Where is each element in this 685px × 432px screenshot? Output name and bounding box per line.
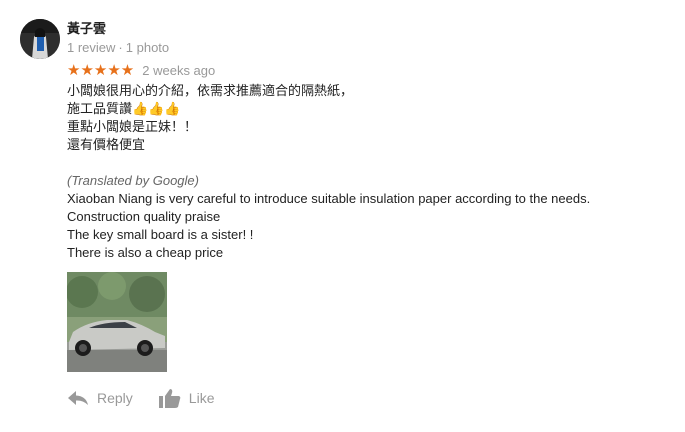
translated-line: The key small board is a sister! ! xyxy=(67,227,254,242)
original-line: 重點小闆娘是正妹！！ xyxy=(67,119,198,134)
reviewer-name[interactable]: 黃子雲 xyxy=(67,20,106,38)
thumbs-up-icon xyxy=(158,389,181,408)
translated-label: (Translated by Google) xyxy=(67,173,199,188)
meta-separator: · xyxy=(118,40,123,55)
review-text: 小闆娘很用心的介紹，依需求推薦適合的隔熱紙， 施工品質讚👍👍👍 重點小闆娘是正妹… xyxy=(67,82,667,262)
like-button[interactable]: Like xyxy=(158,388,215,408)
photo-count: 1 photo xyxy=(125,40,170,55)
like-label: Like xyxy=(188,390,215,406)
translated-line: Construction quality praise xyxy=(67,209,221,224)
original-line: 小闆娘很用心的介紹，依需求推薦適合的隔熱紙， xyxy=(67,83,354,98)
reviewer-meta: 1 review · 1 photo xyxy=(67,39,169,57)
rating-row: ★★★★★ 2 weeks ago xyxy=(67,62,215,80)
review-date: 2 weeks ago xyxy=(142,63,216,78)
review-actions: Reply Like xyxy=(67,385,214,411)
reviewer-avatar[interactable] xyxy=(20,19,60,59)
reply-button[interactable]: Reply xyxy=(67,390,133,406)
original-line: 施工品質讚👍👍👍 xyxy=(67,101,181,116)
translated-line: There is also a cheap price xyxy=(67,245,224,260)
star-rating: ★★★★★ xyxy=(67,62,135,79)
reply-arrow-icon xyxy=(68,391,88,405)
translated-line: Xiaoban Niang is very careful to introdu… xyxy=(67,191,591,206)
reply-label: Reply xyxy=(97,390,133,406)
original-line: 還有價格便宜 xyxy=(67,137,146,152)
review-photo[interactable] xyxy=(67,272,167,372)
review-count: 1 review xyxy=(67,40,116,55)
